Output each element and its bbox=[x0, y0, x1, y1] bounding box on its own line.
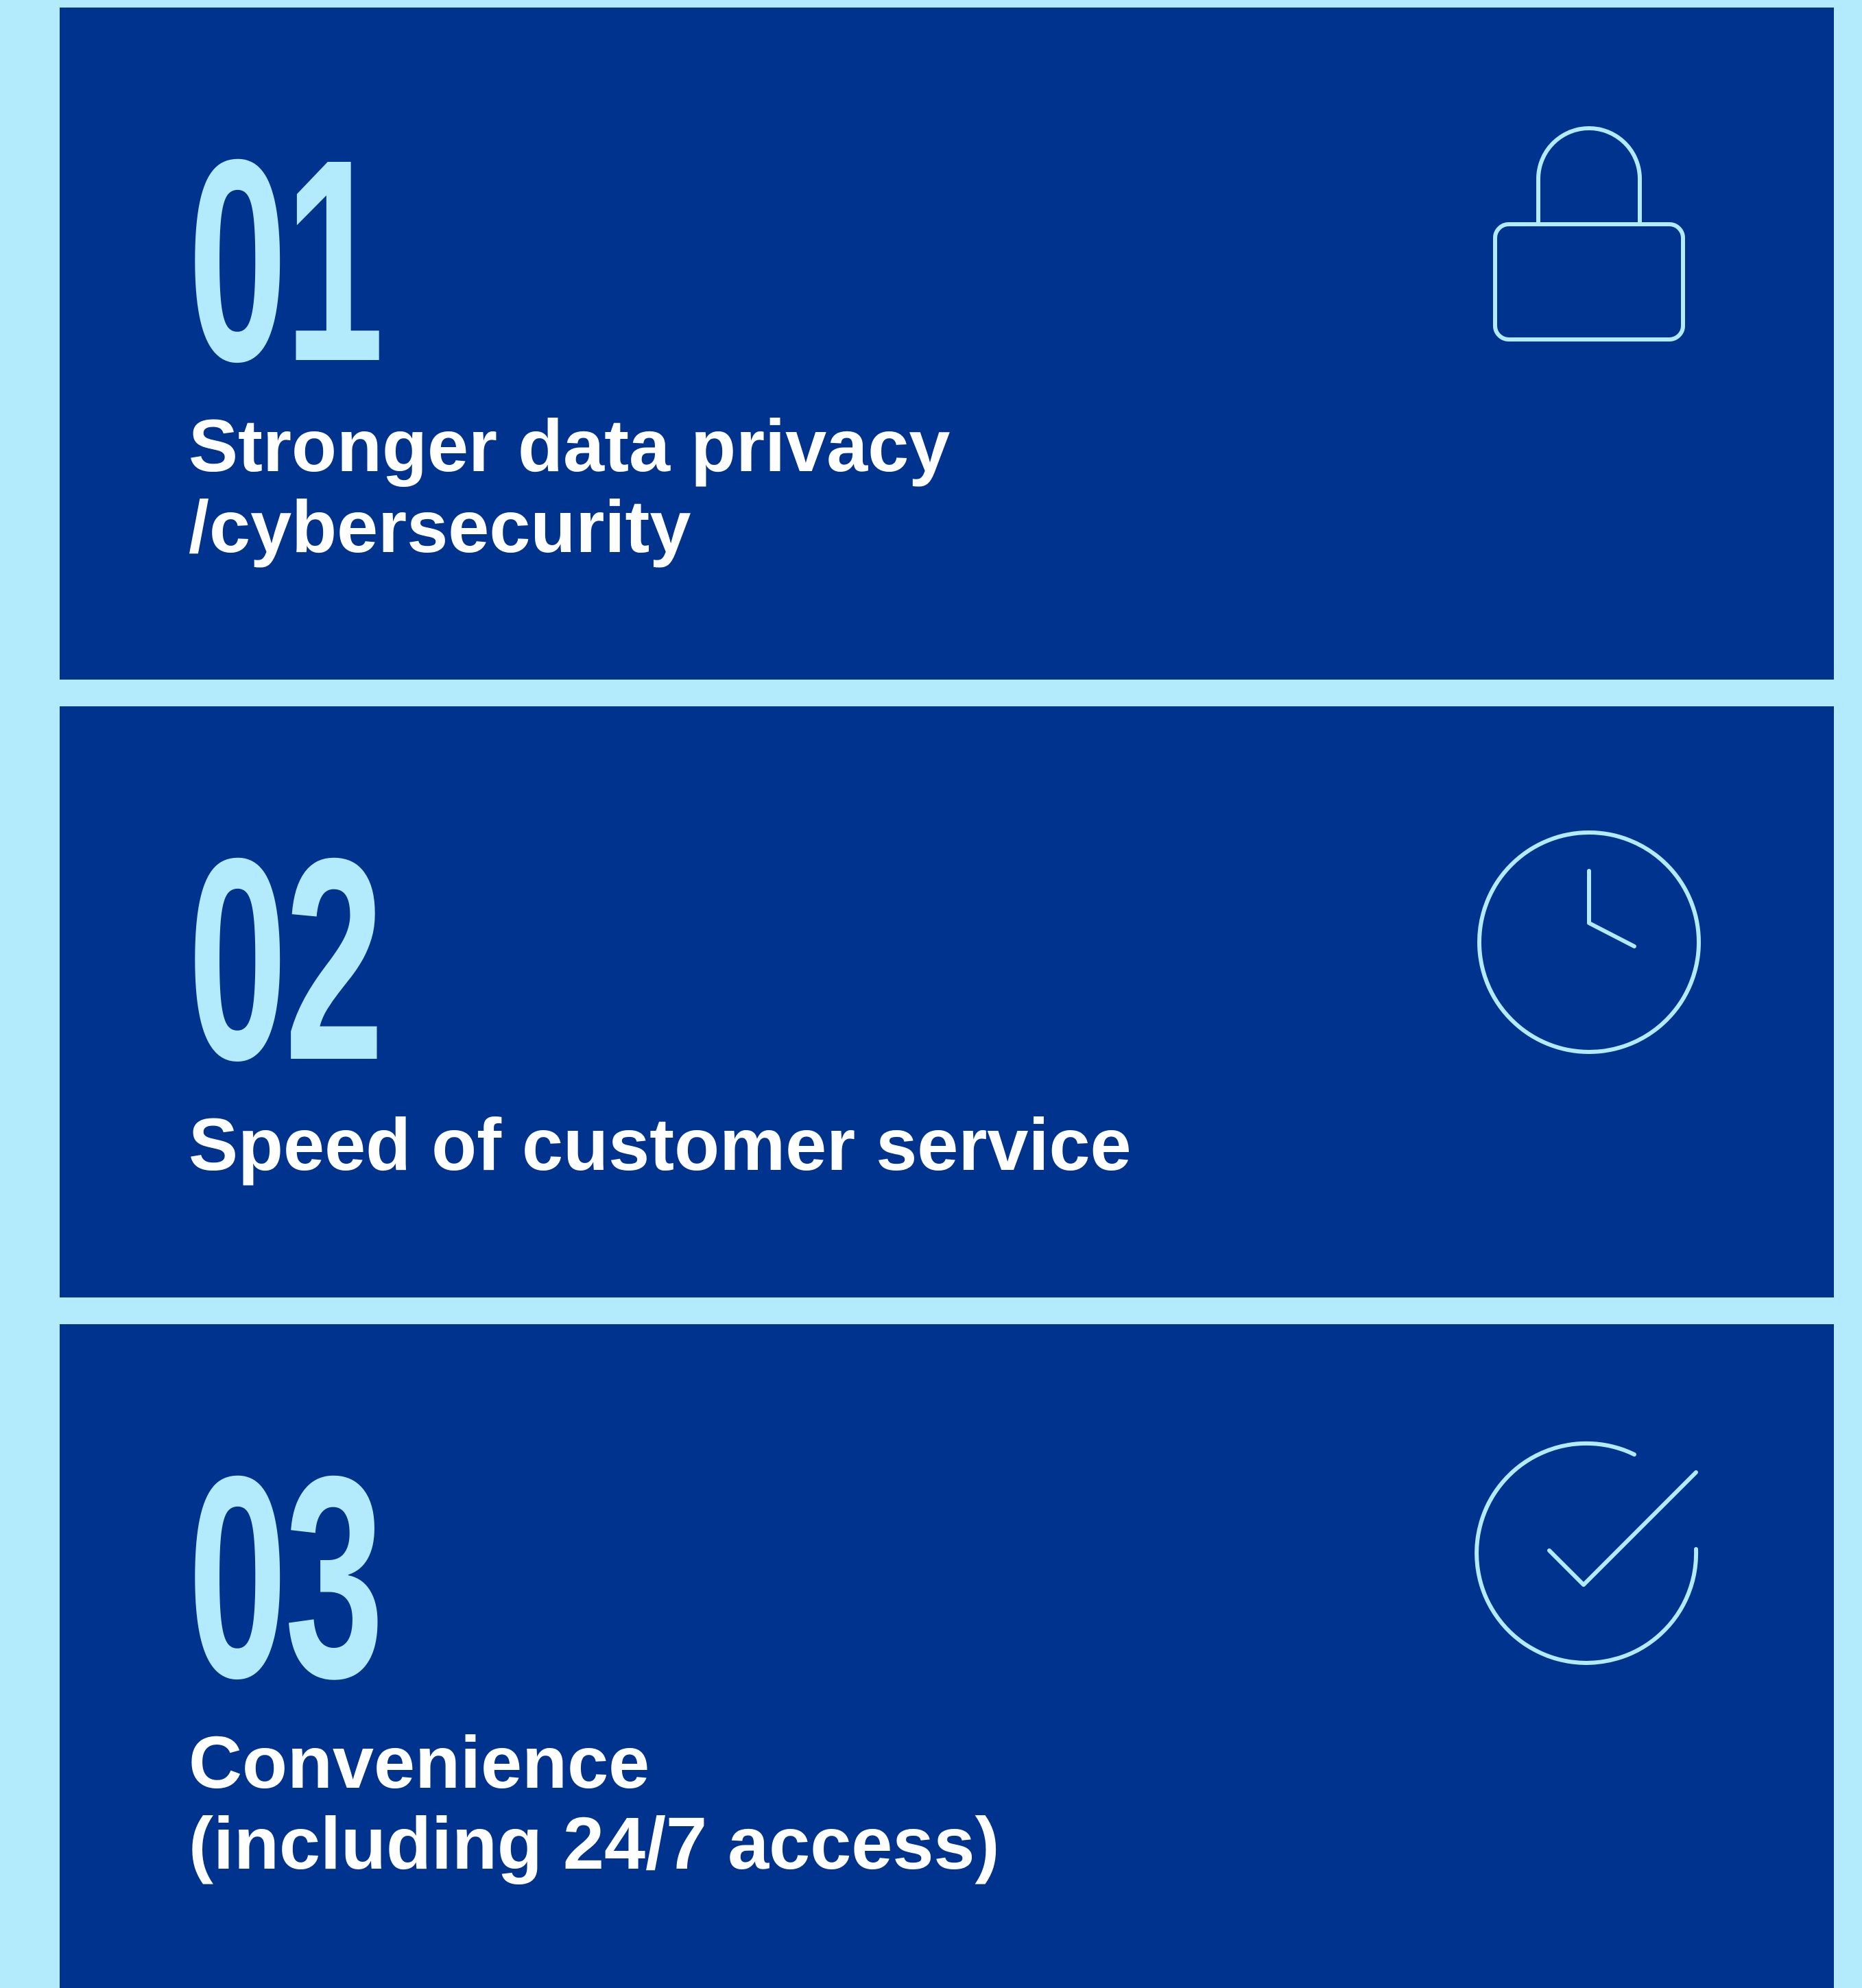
item-number: 02 bbox=[188, 799, 384, 1121]
lock-icon bbox=[1472, 124, 1706, 357]
item-card-1: 01 Stronger data privacy /cybersecurity bbox=[60, 8, 1834, 680]
check-circle-icon bbox=[1472, 1441, 1706, 1674]
item-label-line: /cybersecurity bbox=[189, 485, 691, 568]
item-label-line: Convenience bbox=[189, 1721, 650, 1804]
item-label-line: Stronger data privacy bbox=[189, 404, 951, 487]
item-card-2: 02 Speed of customer service bbox=[60, 706, 1834, 1297]
item-label: Speed of customer service bbox=[189, 1104, 1132, 1185]
item-number: 03 bbox=[188, 1417, 384, 1738]
clock-icon bbox=[1472, 823, 1706, 1056]
item-label: Convenience (including 24/7 access) bbox=[189, 1722, 999, 1884]
item-label: Stronger data privacy /cybersecurity bbox=[189, 405, 950, 567]
item-label-line: Speed of customer service bbox=[189, 1103, 1132, 1186]
item-number: 01 bbox=[188, 100, 384, 422]
item-label-line: (including 24/7 access) bbox=[189, 1801, 1000, 1884]
item-card-3: 03 Convenience (including 24/7 access) bbox=[60, 1324, 1834, 1988]
